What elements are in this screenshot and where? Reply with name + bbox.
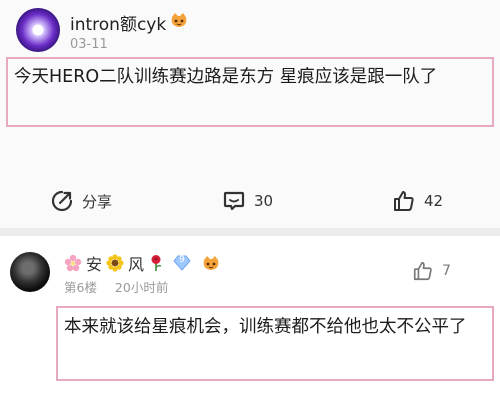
level-number: 9 <box>179 255 185 265</box>
post-content: 今天HERO二队训练赛边路是东方 星痕应该是跟一队了 <box>14 67 438 87</box>
comment-time: 20小时前 <box>114 280 169 295</box>
comment-button[interactable]: 30 <box>222 186 273 216</box>
face-badge-icon <box>171 13 187 27</box>
avatar[interactable] <box>16 8 60 52</box>
like-count: 42 <box>424 192 444 210</box>
face-badge-icon <box>203 256 219 270</box>
sunflower-icon <box>106 254 124 272</box>
share-label: 分享 <box>82 192 113 211</box>
comment-content: 本来就该给星痕机会，训练赛都不给他也太不公平了 <box>64 317 467 337</box>
share-button[interactable]: 分享 <box>50 186 112 216</box>
rose-icon <box>151 255 162 271</box>
commenter-name-part-1: 安 <box>86 255 103 274</box>
section-divider <box>0 228 500 236</box>
comment-like-count: 7 <box>442 263 451 279</box>
post-card: intron额cyk 03-11 今天HERO二队训练赛边路是东方 星痕应该是跟… <box>0 0 500 228</box>
post-actions: 分享 30 42 <box>0 186 500 216</box>
cherry-blossom-icon <box>64 254 82 272</box>
share-icon <box>51 190 73 212</box>
level-badge: 9 <box>172 254 192 272</box>
post-username[interactable]: intron额cyk <box>70 10 166 35</box>
commenter-avatar[interactable] <box>10 252 50 292</box>
comment-icon <box>223 191 245 211</box>
floor-number: 第6楼 <box>64 280 97 295</box>
comment-item: 安 风 9 第6楼 20小时前 7 本来就该给星痕机会，训练赛都不给他也太不公平… <box>0 236 500 407</box>
commenter-name[interactable]: 安 风 9 <box>64 251 220 275</box>
post-date: 03-11 <box>70 37 108 52</box>
comment-count: 30 <box>254 192 274 210</box>
like-button[interactable]: 42 <box>392 186 443 216</box>
thumbs-up-icon <box>413 261 432 281</box>
thumbs-up-icon <box>394 191 414 211</box>
comment-meta: 第6楼 20小时前 <box>64 277 168 296</box>
commenter-name-part-2: 风 <box>128 255 145 274</box>
comment-like-button[interactable]: 7 <box>412 260 451 282</box>
